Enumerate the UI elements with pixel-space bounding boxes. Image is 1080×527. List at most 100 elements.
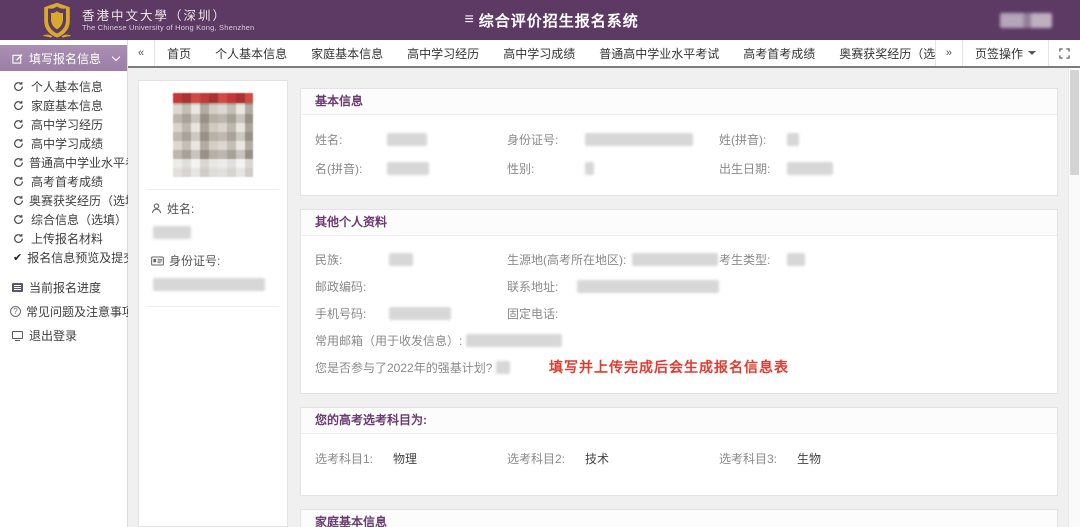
field: 手机号码:: [315, 305, 507, 322]
system-title-block: ≡ 综合评价招生报名系统: [464, 10, 638, 31]
tab-个人基本信息[interactable]: 个人基本信息: [203, 40, 299, 66]
pending-refresh-icon: [13, 100, 26, 112]
field-value: 物理: [393, 450, 417, 467]
sidebar-item-个人基本信息[interactable]: 个人基本信息: [0, 77, 127, 96]
vertical-scrollbar[interactable]: [1068, 68, 1080, 527]
field: 常用邮箱（用于收发信息）:: [315, 332, 562, 349]
sidebar: 填写报名信息 个人基本信息家庭基本信息高中学习经历高中学习成绩普通高中学业水平考…: [0, 40, 128, 527]
sidebar-item-报名信息预览及提交[interactable]: ✔报名信息预览及提交: [0, 248, 127, 267]
tab-高中学习成绩[interactable]: 高中学习成绩: [491, 40, 587, 66]
pending-refresh-icon: [13, 119, 26, 131]
field-label: 手机号码:: [315, 305, 385, 322]
user-account-redacted[interactable]: [1000, 13, 1052, 28]
menu-icon[interactable]: ≡: [464, 11, 474, 29]
tab-普通高中学业水平考试[interactable]: 普通高中学业水平考试: [587, 40, 731, 66]
field-label: 生源地(高考所在地区):: [507, 251, 626, 268]
section-basic-info: 基本信息 姓名:身份证号: 姓(拼音): 名(拼音):性别: 出生日期:: [300, 88, 1058, 196]
main-content: 姓名: 身份证号:: [128, 68, 1080, 527]
section-title: 您的高考选考科目为:: [301, 408, 1057, 434]
field: 性别:: [507, 160, 719, 177]
divider: [147, 306, 279, 307]
sidebar-item-家庭基本信息[interactable]: 家庭基本信息: [0, 96, 127, 115]
redacted-value: [389, 307, 451, 320]
sidebar-item-current-progress[interactable]: 当前报名进度: [0, 275, 127, 299]
field: 固定电话:: [507, 305, 719, 322]
chevron-down-icon: [112, 52, 120, 60]
tab-高中学习经历[interactable]: 高中学习经历: [395, 40, 491, 66]
sidebar-item-综合信息（选填）[interactable]: 综合信息（选填）: [0, 210, 127, 229]
field: 生源地(高考所在地区):: [507, 251, 719, 268]
sidebar-group-label: 填写报名信息: [29, 50, 113, 67]
field: 选考科目1: 物理: [315, 450, 507, 467]
redacted-value: [387, 162, 429, 175]
sidebar-item-label: 家庭基本信息: [31, 97, 103, 114]
university-crest-logo: [42, 2, 72, 38]
sidebar-link-label: 常见问题及注意事项: [26, 303, 134, 320]
field-label: 性别:: [507, 160, 585, 177]
field-label: 联系地址:: [507, 278, 571, 295]
sidebar-item-高中学习经历[interactable]: 高中学习经历: [0, 115, 127, 134]
section-title: 其他个人资料: [301, 210, 1057, 236]
tab-首页[interactable]: 首页: [155, 40, 203, 66]
sidebar-links: 当前报名进度 ? 常见问题及注意事项 退出登录: [0, 275, 127, 347]
sidebar-item-label: 报名信息预览及提交: [27, 249, 135, 266]
divider: [147, 189, 279, 190]
tab-bar: « 首页个人基本信息家庭基本信息高中学习经历高中学习成绩普通高中学业水平考试高考…: [128, 40, 1080, 68]
field: 民族:: [315, 251, 507, 268]
field-label: 选考科目2:: [507, 450, 571, 467]
scroll-tabs-right-button[interactable]: »: [935, 40, 962, 66]
page-operations-dropdown[interactable]: 页签操作: [962, 40, 1048, 66]
fullscreen-button[interactable]: [1048, 40, 1080, 66]
sidebar-item-label: 综合信息（选填）: [31, 211, 127, 228]
sidebar-group-fill-application[interactable]: 填写报名信息: [0, 45, 127, 71]
question-circle-icon: ?: [10, 305, 21, 317]
sidebar-item-label: 高中学习成绩: [31, 135, 103, 152]
sidebar-item-高中学习成绩[interactable]: 高中学习成绩: [0, 134, 127, 153]
redacted-value: [787, 162, 833, 175]
field-label: 您是否参与了2022年的强基计划?: [315, 359, 492, 376]
field-label: 选考科目1:: [315, 450, 379, 467]
university-name: 香港中文大學（深圳） The Chinese University of Hon…: [82, 9, 254, 32]
redacted-value: [577, 280, 719, 293]
top-header: 香港中文大學（深圳） The Chinese University of Hon…: [0, 0, 1080, 40]
field: 姓名:: [315, 131, 507, 148]
sidebar-item-logout[interactable]: 退出登录: [0, 323, 127, 347]
field-label: 邮政编码:: [315, 278, 385, 295]
field: 身份证号:: [507, 131, 719, 148]
redacted-value: [585, 133, 693, 146]
sidebar-item-label: 高中学习经历: [31, 116, 103, 133]
sidebar-item-奥赛获奖经历（选填）[interactable]: 奥赛获奖经历（选填）: [0, 191, 127, 210]
tab-家庭基本信息[interactable]: 家庭基本信息: [299, 40, 395, 66]
field: 姓(拼音):: [719, 131, 1043, 148]
pending-refresh-icon: [13, 214, 26, 226]
field: 您是否参与了2022年的强基计划?: [315, 359, 510, 376]
pending-refresh-icon: [13, 176, 26, 188]
redacted-value: [787, 253, 805, 266]
sidebar-item-上传报名材料[interactable]: 上传报名材料: [0, 229, 127, 248]
pending-refresh-icon: [13, 195, 24, 207]
field: 考生类型:: [719, 251, 1043, 268]
sidebar-item-faq-notes[interactable]: ? 常见问题及注意事项: [0, 299, 127, 323]
sidebar-link-label: 当前报名进度: [29, 279, 101, 296]
scroll-tabs-left-button[interactable]: «: [128, 40, 155, 66]
field: 名(拼音):: [315, 160, 507, 177]
sidebar-item-label: 上传报名材料: [31, 230, 103, 247]
section-title: 基本信息: [301, 89, 1057, 115]
field-label: 姓(拼音):: [719, 131, 787, 148]
tab-strip: 首页个人基本信息家庭基本信息高中学习经历高中学习成绩普通高中学业水平考试高考首考…: [155, 40, 935, 66]
field-label: 选考科目3:: [719, 450, 783, 467]
sidebar-item-高考首考成绩[interactable]: 高考首考成绩: [0, 172, 127, 191]
field-value: 技术: [585, 450, 609, 467]
brand-block: 香港中文大學（深圳） The Chinese University of Hon…: [42, 2, 254, 38]
field-label: 身份证号:: [507, 131, 585, 148]
tab-奥赛获奖经历（选填）[interactable]: 奥赛获奖经历（选填）: [827, 40, 935, 66]
field: 选考科目2: 技术: [507, 450, 719, 467]
app-window: 香港中文大學（深圳） The Chinese University of Hon…: [0, 0, 1080, 527]
field-label: 固定电话:: [507, 305, 571, 322]
photo-id-label: 身份证号:: [169, 252, 220, 269]
scrollbar-thumb[interactable]: [1070, 70, 1079, 175]
tab-高考首考成绩[interactable]: 高考首考成绩: [731, 40, 827, 66]
field: 出生日期:: [719, 160, 1043, 177]
sidebar-item-普通高中学业水平考试[interactable]: 普通高中学业水平考试: [0, 153, 127, 172]
redacted-value: [787, 133, 799, 146]
